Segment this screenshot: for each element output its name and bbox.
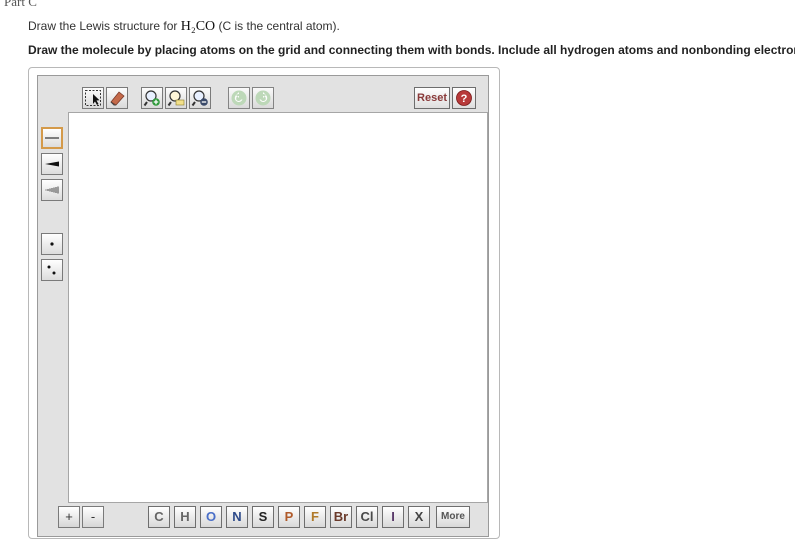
more-elements-button[interactable]: More [436, 506, 470, 528]
atom-button-x[interactable]: X [408, 506, 430, 528]
bottom-toolbar: + - C H O N S P F Br Cl I X More [38, 501, 488, 536]
instruction-text: Draw the molecule by placing atoms on th… [28, 43, 795, 57]
wedge-bond-tool-button[interactable] [41, 153, 63, 175]
add-atom-tool-button[interactable] [141, 87, 163, 109]
hash-bond-icon [45, 186, 59, 194]
help-icon: ? [456, 90, 472, 106]
magnifier-info-icon [167, 90, 185, 107]
drawing-editor: Reset ? + - C H O N S P F Br Cl I X More [37, 75, 489, 537]
undo-button[interactable] [228, 87, 250, 109]
single-dot-icon [50, 242, 54, 246]
part-title: Part C [4, 0, 37, 9]
zoom-out-button[interactable]: - [82, 506, 104, 528]
wedge-bond-icon [45, 161, 59, 167]
left-toolbar [38, 112, 68, 501]
atom-button-s[interactable]: S [252, 506, 274, 528]
help-icon-label: ? [461, 93, 468, 105]
eraser-tool-button[interactable] [106, 87, 128, 109]
electron-pair-tool-button[interactable] [41, 259, 63, 281]
zoom-in-button[interactable]: + [58, 506, 80, 528]
help-button[interactable]: ? [452, 87, 476, 109]
atom-button-n[interactable]: N [226, 506, 248, 528]
hash-bond-tool-button[interactable] [41, 179, 63, 201]
magnifier-minus-icon [191, 90, 208, 107]
eraser-icon [110, 91, 125, 106]
remove-atom-tool-button[interactable] [189, 87, 211, 109]
redo-icon [255, 90, 271, 106]
atom-button-o[interactable]: O [200, 506, 222, 528]
undo-icon [231, 90, 247, 106]
question-formula: H₂CO [180, 19, 216, 34]
double-dot-icon [47, 265, 56, 275]
atom-button-i[interactable]: I [382, 506, 404, 528]
atom-button-f[interactable]: F [304, 506, 326, 528]
atom-button-cl[interactable]: Cl [356, 506, 378, 528]
atom-info-tool-button[interactable] [165, 87, 187, 109]
lewis-editor-widget: Reset ? + - C H O N S P F Br Cl I X More [28, 67, 500, 539]
redo-button[interactable] [252, 87, 274, 109]
select-tool-button[interactable] [82, 87, 104, 109]
reset-button[interactable]: Reset [414, 87, 450, 109]
single-bond-tool-button[interactable] [41, 127, 63, 149]
drawing-canvas[interactable] [68, 112, 488, 503]
atom-button-h[interactable]: H [174, 506, 196, 528]
magnifier-plus-icon [143, 90, 160, 107]
question-prefix: Draw the Lewis structure for [28, 19, 181, 33]
atom-button-br[interactable]: Br [330, 506, 352, 528]
atom-button-p[interactable]: P [278, 506, 300, 528]
select-arrow-icon [85, 90, 101, 106]
atom-button-c[interactable]: C [148, 506, 170, 528]
single-bond-icon [45, 137, 59, 139]
top-toolbar: Reset ? [38, 76, 488, 112]
question-text: Draw the Lewis structure for H₂CO (C is … [28, 19, 340, 35]
question-suffix: (C is the central atom). [215, 19, 340, 33]
lone-electron-tool-button[interactable] [41, 233, 63, 255]
